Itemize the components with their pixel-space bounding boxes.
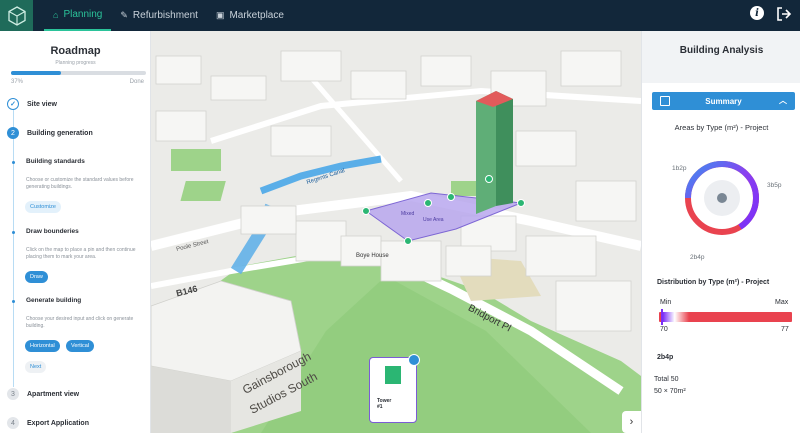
edit-icon[interactable] <box>408 354 420 366</box>
map-3d-view[interactable]: Regents Canal Poole Street B146 Boye Hou… <box>151 31 641 433</box>
total-label: Total 50 <box>654 376 679 383</box>
substep-dot <box>12 300 15 303</box>
distribution-min-value: 70 <box>660 326 668 333</box>
home-icon: ⌂ <box>53 9 59 20</box>
step-number-3: 3 <box>7 388 19 400</box>
vertical-button[interactable]: Vertical <box>66 340 95 352</box>
donut-label-1b2p: 1b2p <box>672 165 687 172</box>
chevron-up-icon: ︿ <box>779 96 787 105</box>
next-button[interactable]: Next <box>25 361 47 373</box>
main-nav: ⌂ Planning ✎ Refurbishment ▣ Marketplace <box>44 0 293 31</box>
chart-icon <box>660 96 670 106</box>
building-analysis-panel: Building Analysis Summary ︿ Areas by Typ… <box>641 31 800 433</box>
distribution-gradient <box>663 312 689 322</box>
distribution-marker <box>661 309 663 325</box>
tab-planning-label: Planning <box>63 9 103 20</box>
check-icon: ✓ <box>7 98 19 110</box>
substep-dot <box>12 231 15 234</box>
tower-card-line2: #1 <box>377 404 383 410</box>
areas-donut-chart <box>685 161 760 235</box>
substep-generate-desc: Choose your desired input and click on g… <box>26 316 134 329</box>
substep-generate-title: Generate building <box>26 297 82 304</box>
horizontal-button[interactable]: Horizontal <box>25 340 60 352</box>
substep-dot <box>12 161 15 164</box>
substep-standards-desc: Choose or customize the standard values … <box>26 177 134 190</box>
tab-refurbishment-label: Refurbishment <box>132 10 198 21</box>
cube-logo-icon <box>7 5 26 26</box>
distribution-bar <box>659 309 792 325</box>
step-number-2: 2 <box>7 127 19 139</box>
logout-icon[interactable] <box>776 6 792 22</box>
planning-progress-bar <box>11 71 146 75</box>
areas-chart-title: Areas by Type (m²) - Project <box>674 123 769 132</box>
draw-button[interactable]: Draw <box>25 271 48 283</box>
tab-marketplace-label: Marketplace <box>229 10 284 21</box>
step-export-application[interactable]: 4 Export Application <box>7 417 89 429</box>
size-label: 50 × 70m² <box>654 388 686 395</box>
map-label-footprint-2: Use Area <box>423 217 444 223</box>
distribution-max-label: Max <box>775 299 789 306</box>
panel-header: Building Analysis <box>642 31 800 83</box>
distribution-min-label: Min <box>660 299 672 306</box>
substep-boundaries-desc: Click on the map to place a pin and then… <box>26 247 136 260</box>
distribution-max-value: 77 <box>781 326 789 333</box>
steps-connector <box>13 107 14 387</box>
tab-refurbishment[interactable]: ✎ Refurbishment <box>111 0 207 31</box>
summary-label: Summary <box>705 96 742 106</box>
step-site-view-label: Site view <box>27 100 57 108</box>
info-icon[interactable]: i <box>750 6 764 20</box>
top-actions: i <box>750 6 792 22</box>
roadmap-sidebar: Roadmap Planning progress 37% Done ✓ Sit… <box>0 31 151 433</box>
substep-standards-title: Building standards <box>26 158 85 165</box>
top-bar: ⌂ Planning ✎ Refurbishment ▣ Marketplace… <box>0 0 800 31</box>
tab-planning[interactable]: ⌂ Planning <box>44 0 112 31</box>
distribution-title: Distribution by Type (m²) - Project <box>657 279 770 286</box>
summary-accordion[interactable]: Summary ︿ <box>652 92 795 110</box>
tab-marketplace[interactable]: ▣ Marketplace <box>207 0 293 31</box>
step-building-generation-label: Building generation <box>27 129 93 137</box>
store-icon: ▣ <box>215 10 225 20</box>
panel-title: Building Analysis <box>679 45 764 56</box>
map-label-boye: Boye House <box>356 253 389 259</box>
type-label: 2b4p <box>657 354 674 361</box>
progress-done-label: Done <box>129 79 144 85</box>
step-building-generation[interactable]: 2 Building generation <box>7 127 93 139</box>
wrench-icon: ✎ <box>120 10 128 20</box>
donut-label-3b5p: 3b5p <box>767 182 782 189</box>
step-export-application-label: Export Application <box>27 419 89 427</box>
app-logo[interactable] <box>0 0 33 31</box>
roadmap-subtitle: Planning progress <box>55 60 96 66</box>
progress-percent: 37% <box>11 79 24 85</box>
roadmap-title: Roadmap <box>50 45 101 57</box>
planning-progress-fill <box>11 71 61 75</box>
step-apartment-view-label: Apartment view <box>27 390 80 398</box>
step-site-view[interactable]: ✓ Site view <box>7 98 57 110</box>
map-label-footprint-1: Mixed <box>401 211 415 217</box>
step-number-4: 4 <box>7 417 19 429</box>
step-apartment-view[interactable]: 3 Apartment view <box>7 388 79 400</box>
donut-label-2b4p: 2b4p <box>690 254 705 261</box>
customize-button[interactable]: Customize <box>25 201 61 213</box>
substep-boundaries-title: Draw bounderies <box>26 228 79 235</box>
chevron-right-icon[interactable]: › <box>622 411 641 433</box>
tower-card-label: Tower #1 <box>377 398 391 410</box>
building-icon <box>385 366 401 384</box>
tower-card[interactable]: Tower #1 <box>369 354 420 423</box>
